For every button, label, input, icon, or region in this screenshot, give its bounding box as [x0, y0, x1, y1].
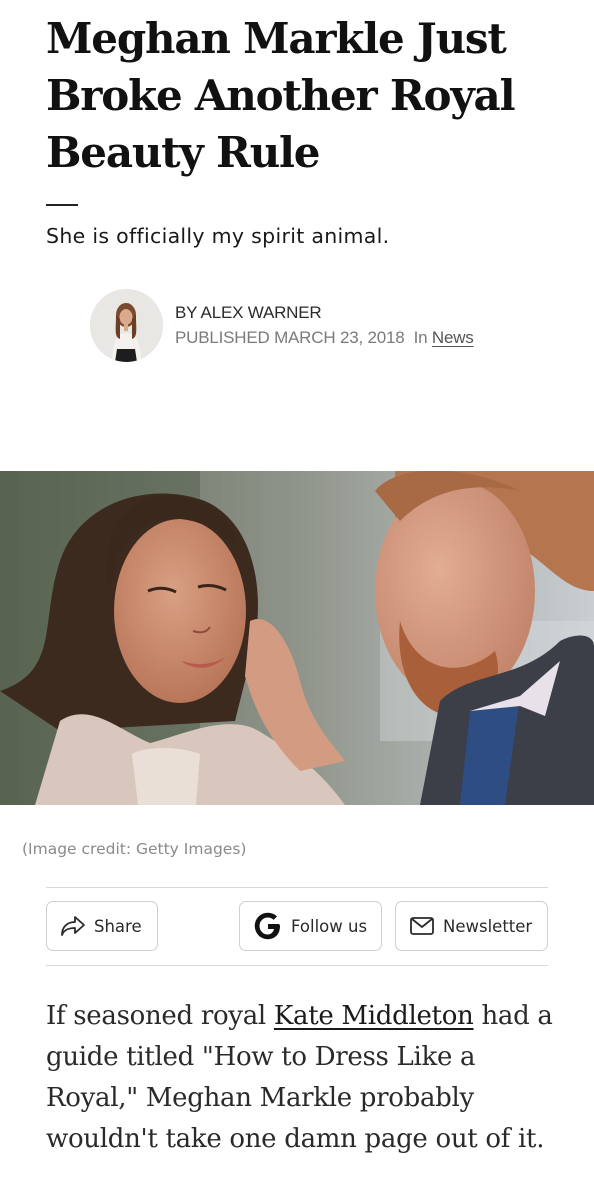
headline: Meghan Markle Just Broke Another Royal B… [46, 14, 516, 177]
article-text-start: If seasoned royal [46, 1001, 274, 1031]
category-prefix: In [413, 328, 428, 347]
author-avatar[interactable] [90, 289, 163, 362]
hero-image [0, 471, 594, 805]
author-name[interactable]: BY ALEX WARNER [175, 303, 322, 323]
kate-middleton-link[interactable]: Kate Middleton [274, 1001, 474, 1031]
share-arrow-icon [60, 915, 86, 937]
follow-us-button[interactable]: Follow us [239, 901, 382, 951]
actions-top-divider [46, 887, 548, 888]
publish-date: PUBLISHED MARCH 23, 2018 [175, 328, 405, 347]
follow-us-label: Follow us [291, 916, 368, 936]
envelope-icon [410, 917, 434, 935]
article-body: If seasoned royal Kate Middleton had a g… [46, 996, 556, 1160]
headline-divider [46, 204, 78, 206]
byline: BY ALEX WARNER PUBLISHED MARCH 23, 2018 … [90, 289, 570, 363]
newsletter-label: Newsletter [443, 916, 533, 936]
publish-line: PUBLISHED MARCH 23, 2018 In News [175, 328, 474, 348]
google-g-icon [253, 911, 283, 941]
category-link[interactable]: News [432, 328, 474, 347]
subheadline: She is officially my spirit animal. [46, 224, 390, 248]
actions-bottom-divider [46, 965, 548, 966]
share-label: Share [94, 916, 142, 936]
newsletter-button[interactable]: Newsletter [395, 901, 548, 951]
share-button[interactable]: Share [46, 901, 158, 951]
image-credit: (Image credit: Getty Images) [22, 840, 247, 858]
